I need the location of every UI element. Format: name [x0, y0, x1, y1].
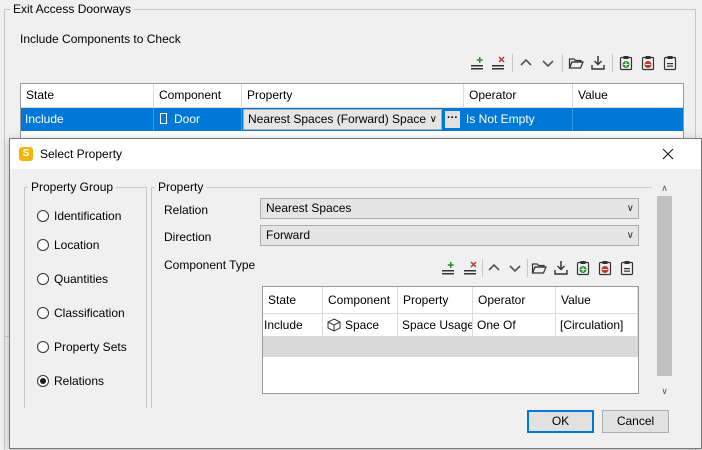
- radio-property-sets[interactable]: [37, 341, 49, 353]
- radio-quantities[interactable]: [37, 273, 49, 285]
- move-down-icon[interactable]: [507, 260, 523, 276]
- cell-component[interactable]: Door: [154, 108, 242, 131]
- col-header-operator[interactable]: Operator: [464, 84, 573, 107]
- download-icon[interactable]: [590, 55, 606, 71]
- ellipsis-button[interactable]: ···: [444, 110, 461, 129]
- add-group-icon[interactable]: [575, 260, 591, 276]
- cell-state[interactable]: Include: [21, 108, 154, 131]
- table-row[interactable]: Include Door Nearest Spaces (Forward) Sp…: [21, 108, 683, 131]
- col-header-state[interactable]: State: [21, 84, 154, 107]
- toolbar-separator: [512, 54, 513, 72]
- delete-row-icon[interactable]: [490, 55, 506, 71]
- move-down-icon[interactable]: [540, 55, 556, 71]
- table-row[interactable]: Include Space Space Usage One Of [Circul…: [263, 314, 638, 336]
- cell-value[interactable]: [573, 108, 683, 131]
- chevron-down-icon: ∨: [429, 114, 437, 125]
- ok-button[interactable]: OK: [527, 410, 594, 433]
- scroll-down-icon[interactable]: ∨: [656, 384, 673, 398]
- radio-location[interactable]: [37, 239, 49, 251]
- component-type-table: State Component Property Operator Value …: [262, 286, 639, 394]
- property-title: Property: [155, 180, 207, 194]
- chevron-down-icon: ∨: [626, 203, 634, 214]
- dialog-title-bar: S Select Property: [10, 139, 701, 169]
- cell-component-label: Door: [174, 112, 201, 126]
- move-up-icon[interactable]: [486, 260, 502, 276]
- new-row-placeholder[interactable]: [263, 336, 638, 357]
- clipboard-icon[interactable]: [619, 260, 635, 276]
- scroll-up-icon[interactable]: ∧: [656, 181, 673, 195]
- toolbar-separator: [527, 259, 528, 277]
- add-group-icon[interactable]: [618, 55, 634, 71]
- radio-label-location[interactable]: Location: [54, 238, 99, 252]
- cell-value[interactable]: [Circulation]: [556, 314, 638, 336]
- radio-classification[interactable]: [37, 307, 49, 319]
- relation-label: Relation: [164, 203, 209, 217]
- radio-relations[interactable]: [37, 375, 49, 387]
- col-header-component[interactable]: Component: [154, 84, 242, 107]
- move-up-icon[interactable]: [518, 55, 534, 71]
- cell-component-label: Space: [345, 318, 380, 332]
- open-folder-icon[interactable]: [568, 55, 584, 71]
- toolbar-separator: [562, 54, 563, 72]
- exit-access-group-title: Exit Access Doorways: [10, 2, 135, 16]
- component-type-table-header: State Component Property Operator Value: [263, 287, 638, 314]
- radio-label-relations[interactable]: Relations: [54, 374, 104, 388]
- include-components-label: Include Components to Check: [20, 32, 181, 46]
- cell-property[interactable]: Space Usage: [398, 314, 473, 336]
- col-header-value[interactable]: Value: [556, 287, 638, 313]
- door-icon: [160, 113, 167, 124]
- dialog-title: Select Property: [40, 147, 123, 161]
- property-combo-value: Nearest Spaces (Forward) Space: [248, 112, 427, 126]
- col-header-state[interactable]: State: [263, 287, 323, 313]
- direction-combo-value: Forward: [266, 228, 311, 242]
- toolbar-separator: [612, 54, 613, 72]
- delete-row-icon[interactable]: [462, 260, 478, 276]
- radio-label-identification[interactable]: Identification: [54, 209, 121, 223]
- component-type-label: Component Type: [164, 258, 256, 272]
- cell-operator[interactable]: Is Not Empty: [462, 108, 573, 131]
- remove-group-icon[interactable]: [640, 55, 656, 71]
- components-table-header: State Component Property Operator Value: [21, 84, 683, 108]
- direction-label: Direction: [164, 230, 212, 244]
- toolbar-separator: [482, 259, 483, 277]
- cancel-button[interactable]: Cancel: [602, 410, 669, 433]
- close-icon[interactable]: [657, 143, 679, 165]
- cube-icon: [327, 317, 341, 336]
- dialog-scrollbar[interactable]: ∧ ∨: [656, 181, 673, 399]
- remove-group-icon[interactable]: [597, 260, 613, 276]
- scrollbar-thumb[interactable]: [657, 196, 672, 376]
- col-header-value[interactable]: Value: [573, 84, 683, 107]
- col-header-operator[interactable]: Operator: [473, 287, 556, 313]
- download-icon[interactable]: [553, 260, 569, 276]
- select-property-dialog: S Select Property Property Group Identif…: [9, 138, 702, 449]
- radio-label-property-sets[interactable]: Property Sets: [54, 340, 127, 354]
- col-header-property[interactable]: Property: [398, 287, 473, 313]
- relation-combo[interactable]: Nearest Spaces ∨: [260, 198, 639, 219]
- radio-label-classification[interactable]: Classification: [54, 306, 125, 320]
- clipboard-icon[interactable]: [662, 55, 678, 71]
- property-group-title: Property Group: [28, 180, 117, 194]
- property-combo[interactable]: Nearest Spaces (Forward) Space ∨: [243, 109, 442, 130]
- cell-component[interactable]: Space: [323, 314, 398, 336]
- app-icon: S: [19, 147, 33, 161]
- col-header-component[interactable]: Component: [323, 287, 398, 313]
- col-header-property[interactable]: Property: [242, 84, 464, 107]
- open-folder-icon[interactable]: [531, 260, 547, 276]
- cell-state[interactable]: Include: [263, 314, 323, 336]
- radio-label-quantities[interactable]: Quantities: [54, 272, 108, 286]
- add-row-icon[interactable]: [440, 260, 456, 276]
- direction-combo[interactable]: Forward ∨: [260, 225, 639, 246]
- relation-combo-value: Nearest Spaces: [266, 201, 352, 215]
- radio-identification[interactable]: [37, 210, 49, 222]
- add-row-icon[interactable]: [469, 55, 485, 71]
- cell-operator[interactable]: One Of: [473, 314, 556, 336]
- chevron-down-icon: ∨: [626, 230, 634, 241]
